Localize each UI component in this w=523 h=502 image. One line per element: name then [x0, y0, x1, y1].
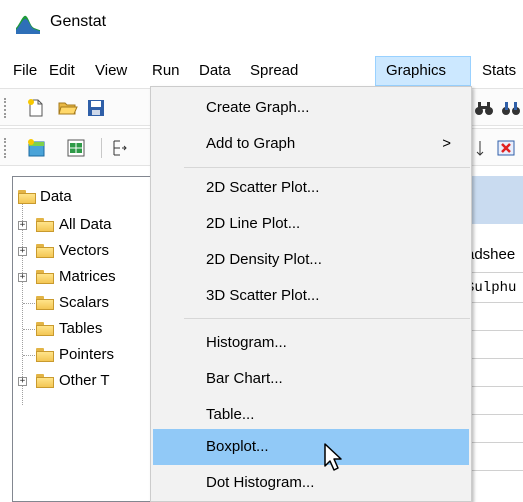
- menu-separator: [184, 318, 470, 319]
- folder-icon: [18, 190, 36, 204]
- menu-item-dot-histogram[interactable]: Dot Histogram...: [153, 465, 469, 501]
- toolbar-grip[interactable]: [4, 98, 7, 118]
- menu-edit[interactable]: Edit: [49, 56, 75, 86]
- menu-item-2d-scatter-plot[interactable]: 2D Scatter Plot...: [153, 170, 469, 206]
- find-binoculars-icon[interactable]: [474, 98, 494, 118]
- menu-data[interactable]: Data: [199, 56, 231, 86]
- title-bar: Genstat: [0, 0, 523, 44]
- menu-stats[interactable]: Stats: [482, 56, 516, 86]
- mouse-pointer-icon: [324, 443, 342, 471]
- menu-item-bar-chart[interactable]: Bar Chart...: [153, 361, 469, 397]
- menu-separator: [184, 167, 470, 168]
- menu-item-histogram[interactable]: Histogram...: [153, 325, 469, 361]
- open-folder-icon[interactable]: [58, 98, 78, 118]
- menu-item-2d-line-plot[interactable]: 2D Line Plot...: [153, 206, 469, 242]
- expand-plus-icon[interactable]: +: [18, 221, 27, 230]
- toolbar-separator: [101, 138, 102, 158]
- expand-plus-icon[interactable]: +: [18, 247, 27, 256]
- sort-icon[interactable]: [474, 138, 494, 158]
- menu-run[interactable]: Run: [152, 56, 180, 86]
- menu-item-boxplot[interactable]: Boxplot...: [153, 429, 469, 465]
- menu-item-add-to-graph[interactable]: Add to Graph >: [153, 126, 469, 162]
- genstat-logo-icon: [16, 12, 40, 34]
- spreadsheet-title-bar: [464, 176, 523, 224]
- column-header[interactable]: Sulphu: [466, 280, 516, 296]
- menu-item-create-graph[interactable]: Create Graph...: [153, 90, 469, 126]
- save-icon[interactable]: [86, 98, 106, 118]
- folder-icon: [36, 296, 54, 310]
- folder-icon: [36, 270, 54, 284]
- data-tree-panel: Data + All Data + Vectors + Matrices Sca…: [12, 176, 152, 502]
- insert-column-icon[interactable]: [110, 138, 130, 158]
- submenu-arrow-icon: >: [442, 135, 451, 152]
- menu-file[interactable]: File: [13, 56, 37, 86]
- folder-icon: [36, 322, 54, 336]
- folder-icon: [36, 348, 54, 362]
- menu-bar: File Edit View Run Data Spread Graphics …: [0, 56, 523, 86]
- spreadsheet-title: adshee: [466, 246, 516, 263]
- find-next-icon[interactable]: [500, 98, 520, 118]
- spreadsheet-icon[interactable]: [66, 138, 86, 158]
- menu-item-2d-density-plot[interactable]: 2D Density Plot...: [153, 242, 469, 278]
- new-file-icon[interactable]: [26, 98, 46, 118]
- window-title: Genstat: [50, 13, 107, 30]
- menu-item-table[interactable]: Table...: [153, 397, 469, 433]
- expand-plus-icon[interactable]: +: [18, 377, 27, 386]
- delete-red-icon[interactable]: [496, 138, 516, 158]
- folder-icon: [36, 374, 54, 388]
- toolbar-grip[interactable]: [4, 138, 7, 158]
- folder-icon: [36, 244, 54, 258]
- new-data-icon[interactable]: [26, 138, 46, 158]
- menu-view[interactable]: View: [95, 56, 127, 86]
- menu-item-3d-scatter-plot[interactable]: 3D Scatter Plot...: [153, 278, 469, 314]
- menu-graphics[interactable]: Graphics: [375, 56, 471, 86]
- expand-plus-icon[interactable]: +: [18, 273, 27, 282]
- graphics-dropdown-menu: Create Graph... Add to Graph > 2D Scatte…: [150, 86, 472, 502]
- spreadsheet-window: adshee Sulphu: [463, 176, 523, 502]
- folder-icon: [36, 218, 54, 232]
- menu-spread[interactable]: Spread: [250, 56, 298, 86]
